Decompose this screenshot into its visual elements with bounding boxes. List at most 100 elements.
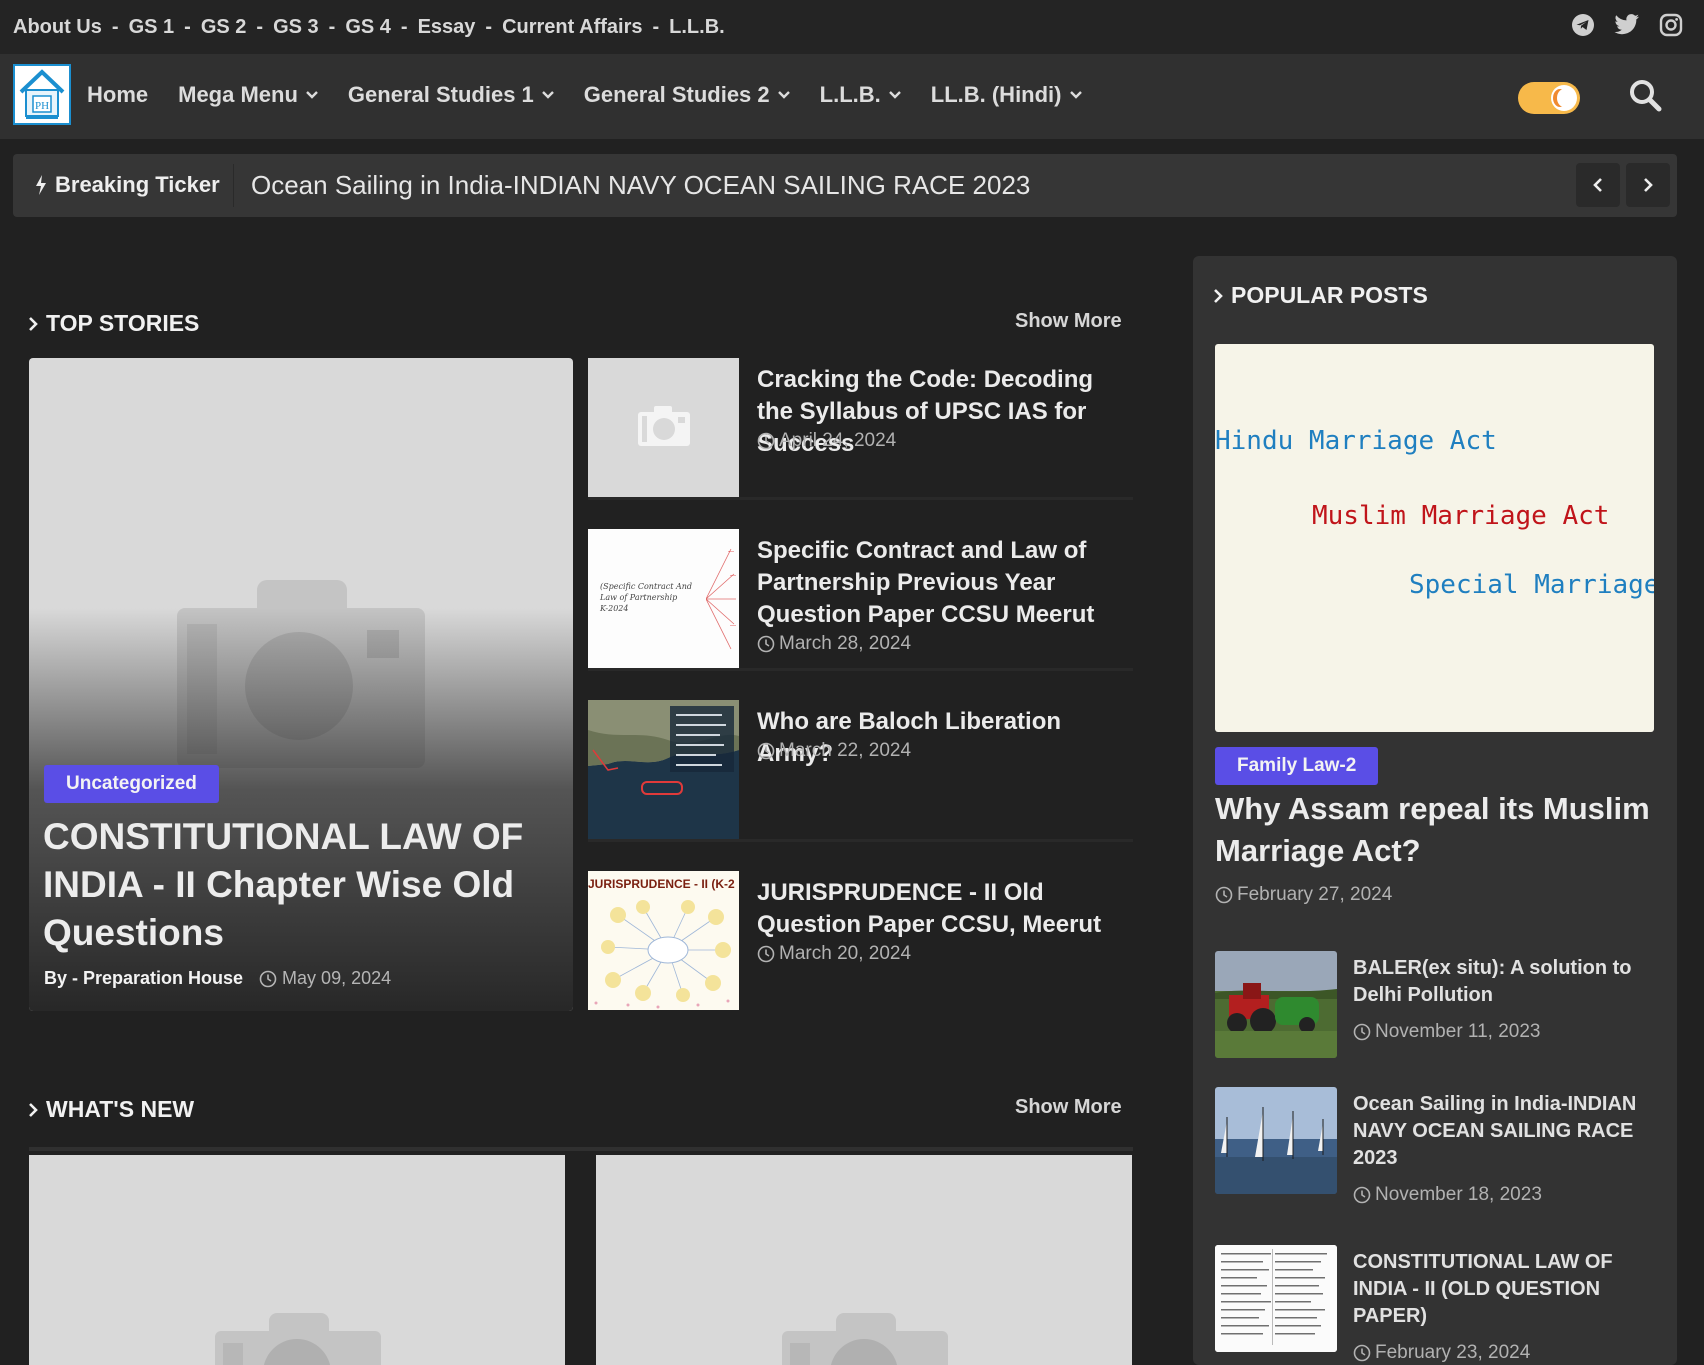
top-link-gs1[interactable]: GS 1 [129,16,175,39]
ticker-divider [233,164,234,207]
popular-featured-date-text: February 27, 2024 [1237,884,1393,905]
story-thumbnail: (Specific Contract And Law of Partnershi… [588,529,739,668]
clock-icon [1353,1344,1371,1362]
ticker-next-button[interactable] [1626,163,1670,207]
category-badge[interactable]: Uncategorized [44,765,219,803]
popular-post-date: November 11, 2023 [1353,1021,1540,1043]
popular-post-title[interactable]: BALER(ex situ): A solution to Delhi Poll… [1353,955,1653,1009]
top-link-about-us[interactable]: About Us [13,16,102,39]
story-item[interactable]: JURISPRUDENCE - II (K-2 JURISPRUDENCE - … [588,871,1133,1011]
nav-home[interactable]: Home [87,82,148,108]
thumb-mindmap-lines: --- --- --- [706,548,736,650]
chevron-down-icon [777,91,790,99]
story-date-text: March 28, 2024 [779,633,912,654]
top-bar: About Us - GS 1 - GS 2 - GS 3 - GS 4 - E… [0,0,1704,54]
thumb-mindmap [594,900,731,1009]
popular-post-item[interactable]: Ocean Sailing in India-INDIAN NAVY OCEAN… [1215,1087,1655,1205]
top-link-gs2[interactable]: GS 2 [201,16,247,39]
thumb-line: Law of Partnership [600,593,678,602]
top-link-current-affairs[interactable]: Current Affairs [502,16,642,39]
top-link-gs4[interactable]: GS 4 [345,16,391,39]
separator: - [111,15,119,38]
ticker-headline[interactable]: Ocean Sailing in India-INDIAN NAVY OCEAN… [251,170,1030,201]
chevron-down-icon [1069,91,1082,99]
thumb-map [588,700,739,839]
featured-story-title[interactable]: CONSTITUTIONAL LAW OF INDIA - II Chapter… [43,813,543,957]
ticker-prev-button[interactable] [1576,163,1620,207]
thumb-tractor-photo [1215,951,1337,1058]
popular-featured-image[interactable]: Hindu Marriage Act Muslim Marriage Act S… [1215,344,1654,732]
whats-new-card[interactable] [596,1155,1132,1365]
story-date-text: March 20, 2024 [779,943,912,964]
whats-new-show-more[interactable]: Show More [1015,1096,1122,1119]
popular-post-title[interactable]: Ocean Sailing in India-INDIAN NAVY OCEAN… [1353,1091,1653,1172]
nav-mega-menu[interactable]: Mega Menu [178,82,318,108]
camera-placeholder-icon [638,406,690,446]
chevron-down-icon [541,91,554,99]
chevron-down-icon [888,91,901,99]
nav-home-label: Home [87,82,149,107]
story-date: April 24, 2024 [757,430,896,452]
popular-post-date-text: November 11, 2023 [1375,1021,1541,1042]
chevron-right-icon [29,316,38,331]
chevron-down-icon [306,91,318,99]
featured-story-meta: By - Preparation House May 09, 2024 [44,968,391,989]
popular-post-thumbnail [1215,1087,1337,1194]
whats-new-heading: WHAT'S NEW [28,1096,194,1123]
social-links [1570,12,1684,38]
top-stories-title: TOP STORIES [46,310,200,336]
top-link-gs3[interactable]: GS 3 [273,16,319,39]
story-divider [588,839,1133,842]
category-badge[interactable]: Family Law-2 [1215,747,1379,785]
clock-icon [1215,886,1233,904]
author[interactable]: By - Preparation House [44,968,243,989]
story-title[interactable]: Specific Contract and Law of Partnership… [757,535,1129,631]
top-stories-show-more[interactable]: Show More [1015,310,1122,333]
popular-posts-title: POPULAR POSTS [1231,282,1428,308]
popular-post-item[interactable]: CONSTITUTIONAL LAW OF INDIA - II (OLD QU… [1215,1245,1655,1363]
instagram-icon[interactable] [1658,12,1684,38]
dark-mode-toggle[interactable] [1518,82,1580,114]
story-item[interactable]: Who are Baloch Liberation Army? March 22… [588,700,1133,842]
story-item[interactable]: (Specific Contract And Law of Partnershi… [588,529,1133,671]
nav-general-studies-2[interactable]: General Studies 2 [584,82,790,108]
svg-text:---: --- [728,549,734,555]
image-text-muslim: Muslim Marriage Act [1312,501,1610,531]
nav-llb-hindi[interactable]: LL.B. (Hindi) [931,82,1082,108]
clock-icon [757,432,775,450]
top-link-essay[interactable]: Essay [418,16,476,39]
site-logo[interactable]: PH [13,64,71,125]
popular-featured-date: February 27, 2024 [1215,884,1392,906]
featured-story-card[interactable]: Uncategorized CONSTITUTIONAL LAW OF INDI… [29,358,573,1011]
search-button[interactable] [1628,78,1662,112]
story-title[interactable]: JURISPRUDENCE - II Old Question Paper CC… [757,877,1129,941]
popular-post-date: February 23, 2024 [1353,1342,1530,1364]
separator: - [400,15,408,38]
nav-llb[interactable]: L.L.B. [820,82,901,108]
whats-new-card[interactable] [29,1155,565,1365]
camera-placeholder-icon [215,1313,381,1365]
popular-featured-title[interactable]: Why Assam repeal its Muslim Marriage Act… [1215,788,1655,872]
chevron-left-icon [1593,178,1602,192]
popular-post-title[interactable]: CONSTITUTIONAL LAW OF INDIA - II (OLD QU… [1353,1249,1653,1330]
story-date: March 28, 2024 [757,633,911,655]
top-stories-heading: TOP STORIES [28,310,199,337]
separator: - [485,15,493,38]
top-link-llb[interactable]: L.L.B. [669,16,725,39]
search-icon [1630,80,1662,112]
telegram-icon[interactable] [1570,12,1596,38]
separator: - [256,15,264,38]
story-thumbnail: JURISPRUDENCE - II (K-2 [588,871,739,1010]
ticker-label: Breaking Ticker [35,172,220,198]
story-item[interactable]: Cracking the Code: Decoding the Syllabus… [588,358,1133,500]
popular-post-item[interactable]: BALER(ex situ): A solution to Delhi Poll… [1215,951,1655,1061]
thumb-handwritten-text: (Specific Contract And Law of Partnershi… [600,581,692,614]
nav-general-studies-1[interactable]: General Studies 1 [348,82,554,108]
twitter-icon[interactable] [1614,12,1640,38]
chevron-right-icon [29,1102,38,1117]
separator: - [184,15,191,38]
popular-post-date: November 18, 2023 [1353,1184,1542,1206]
chevron-right-icon [1644,178,1653,192]
nav-gs2-label: General Studies 2 [583,82,770,107]
clock-icon [757,945,775,963]
